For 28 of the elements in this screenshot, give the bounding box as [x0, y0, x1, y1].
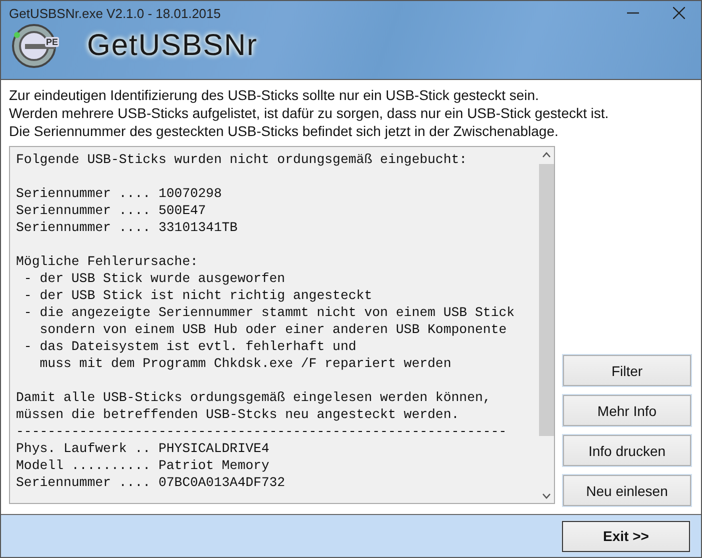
output-line: - der USB Stick wurde ausgeworfen: [22, 270, 286, 287]
exit-button[interactable]: Exit >>: [562, 520, 690, 552]
output-line: - die angezeigte Seriennummer stammt nicht von einem USB Stick: [22, 304, 516, 321]
output-line: Seriennummer .... 33101341TB: [16, 219, 239, 236]
side-button[interactable]: Filter: [563, 355, 691, 386]
output-line: muss mit dem Programm Chkdsk.exe /F repariert werden: [38, 355, 452, 372]
intro-text: Zur eindeutigen Identifizierung des USB-Sticks sollte nur ein USB-Stick gesteckt sein.: [9, 86, 540, 104]
output-line: Phys. Laufwerk .. PHYSICALDRIVE4: [16, 440, 270, 457]
side-button[interactable]: Mehr Info: [563, 395, 691, 426]
output-line: - das Dateisystem ist evtl. fehlerhaft und: [22, 338, 358, 355]
app-name: GetUSBSNr: [87, 29, 258, 63]
output-line: - der USB Stick ist nicht richtig angesteckt: [22, 287, 374, 304]
output-line: Seriennummer .... 07BC0A013A4DF732: [16, 474, 286, 491]
output-line: sondern von einem USB Hub oder einer anderen USB Komponente: [38, 321, 508, 338]
output-line: Mögliche Fehlerursache:: [16, 253, 200, 270]
output-line: Modell .......... Patriot Memory: [16, 457, 270, 474]
output-line: Seriennummer .... 10070298: [16, 185, 223, 202]
intro-text: Werden mehrere USB-Sticks aufgelistet, ist dafür zu sorgen, dass nur ein USB-Stick gesteckt ist.: [9, 104, 610, 122]
output-line: --------------------------------------------------------------: [16, 423, 508, 440]
output-line: Folgende USB-Sticks wurden nicht ordungsgemäß eingebucht:: [16, 151, 468, 168]
output-line: müssen die betreffenden USB-Stcks neu angesteckt werden.: [16, 406, 460, 423]
side-button[interactable]: Info drucken: [563, 435, 691, 466]
window-title: GetUSBSNr.exe V2.1.0 - 18.01.2015: [9, 6, 221, 20]
output-line: Damit alle USB-Sticks ordungsgemäß eingelesen werden können,: [16, 389, 492, 406]
output-line: Seriennummer .... 500E47: [16, 202, 207, 219]
side-button[interactable]: Neu einlesen: [563, 475, 691, 506]
intro-text: Die Seriennummer des gesteckten USB-Sticks befindet sich jetzt in der Zwischenablage.: [9, 122, 560, 140]
logo-mark: PE: [45, 37, 60, 47]
